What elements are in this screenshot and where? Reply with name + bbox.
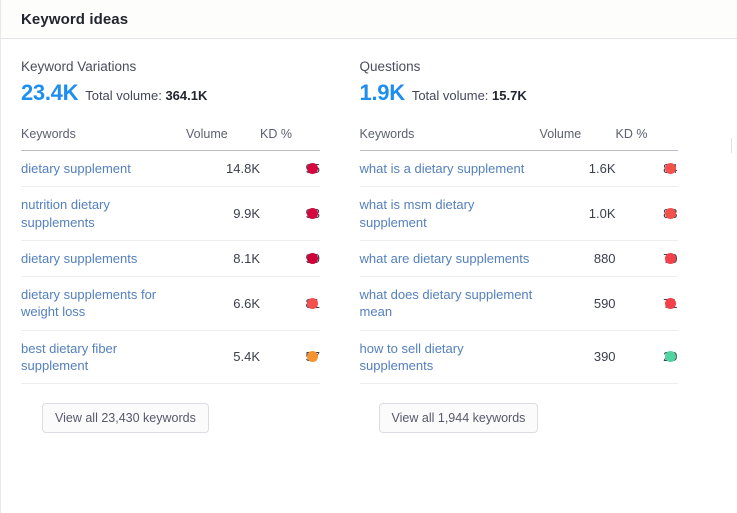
- table-row: best dietary fiber supplement 5.4K 57: [21, 330, 320, 385]
- kd-cell: 57: [260, 330, 320, 385]
- column-header-volume[interactable]: Volume: [539, 127, 616, 151]
- view-all-keywords-button[interactable]: View all 23,430 keywords: [42, 403, 209, 434]
- total-volume-value: 15.7K: [492, 88, 527, 103]
- kd-dot-icon: [307, 252, 318, 264]
- card-body: Keyword Variations 23.4K Total volume: 3…: [1, 39, 737, 434]
- keyword-ideas-card: Keyword ideas Keyword Variations 23.4K T…: [0, 0, 737, 513]
- keyword-link[interactable]: nutrition dietary supplements: [21, 196, 186, 231]
- kd-dot-icon: [664, 351, 676, 363]
- keyword-link[interactable]: what are dietary supplements: [360, 250, 530, 267]
- column-header-kd[interactable]: KD %: [615, 127, 678, 151]
- total-volume: Total volume: 364.1K: [85, 88, 207, 103]
- kd-cell: 99: [260, 240, 320, 278]
- keyword-link[interactable]: dietary supplements: [21, 250, 137, 267]
- table-row: what does dietary supplement mean 590 71: [359, 276, 678, 331]
- total-volume-label: Total volume:: [411, 88, 489, 103]
- kd-dot-icon: [664, 208, 676, 220]
- view-all-questions-button[interactable]: View all 1,944 keywords: [378, 403, 539, 434]
- kd-cell: 81: [260, 276, 320, 331]
- column-header-kd[interactable]: KD %: [260, 127, 320, 151]
- card-header: Keyword ideas: [1, 0, 737, 39]
- keyword-variations-table: Keywords Volume KD % dietary supplement …: [21, 127, 320, 385]
- questions-rows: what is a dietary supplement 1.6K 84 wha…: [359, 150, 678, 385]
- total-volume: Total volume: 15.7K: [412, 88, 527, 103]
- truncated-edge-divider: [731, 138, 732, 153]
- kd-cell: 71: [615, 276, 678, 331]
- table-header-row: Keywords Volume KD %: [21, 127, 320, 151]
- kd-dot-icon: [307, 208, 318, 220]
- keyword-link[interactable]: what does dietary supplement mean: [360, 286, 540, 321]
- volume-value: 590: [539, 276, 616, 331]
- volume-value: 9.9K: [186, 186, 260, 241]
- keyword-link[interactable]: dietary supplements for weight loss: [21, 286, 186, 321]
- kd-cell: 70: [615, 240, 678, 278]
- panel-keyword-variations: Keyword Variations 23.4K Total volume: 3…: [1, 59, 341, 434]
- table-header-row: Keywords Volume KD %: [359, 127, 678, 151]
- keyword-link[interactable]: dietary supplement: [21, 160, 131, 177]
- table-row: dietary supplement 14.8K 95: [21, 150, 320, 188]
- table-row: what is msm dietary supplement 1.0K 83: [359, 186, 678, 241]
- question-count: 1.9K: [359, 80, 406, 105]
- table-row: dietary supplements for weight loss 6.6K…: [21, 276, 320, 331]
- column-header-volume[interactable]: Volume: [186, 127, 260, 151]
- kd-dot-icon: [664, 252, 676, 264]
- keyword-link[interactable]: what is msm dietary supplement: [360, 196, 540, 231]
- panel-label-keyword-variations: Keyword Variations: [21, 59, 137, 74]
- table-row: nutrition dietary supplements 9.9K 93: [21, 186, 320, 241]
- table-row: what is a dietary supplement 1.6K 84: [359, 150, 678, 188]
- keyword-link[interactable]: how to sell dietary supplements: [360, 340, 540, 375]
- panel-questions: Questions 1.9K Total volume: 15.7K Keywo…: [341, 59, 737, 434]
- table-row: how to sell dietary supplements 390 29: [359, 330, 678, 385]
- kd-cell: 93: [260, 186, 320, 241]
- volume-value: 6.6K: [186, 276, 260, 331]
- total-volume-label: Total volume:: [85, 88, 162, 103]
- view-all-wrapper-left: View all 23,430 keywords: [21, 384, 341, 434]
- volume-value: 390: [539, 330, 616, 385]
- keyword-link[interactable]: best dietary fiber supplement: [21, 340, 186, 375]
- keyword-count: 23.4K: [21, 80, 79, 105]
- keyword-link[interactable]: what is a dietary supplement: [360, 160, 525, 177]
- volume-value: 1.0K: [539, 186, 616, 241]
- kd-cell: 83: [615, 186, 678, 241]
- kd-dot-icon: [664, 163, 676, 175]
- panel-label-questions: Questions: [359, 59, 421, 74]
- kd-cell: 84: [615, 150, 678, 188]
- page-title: Keyword ideas: [21, 10, 129, 28]
- kd-dot-icon: [307, 297, 318, 309]
- table-row: dietary supplements 8.1K 99: [21, 240, 320, 278]
- total-volume-value: 364.1K: [165, 88, 208, 103]
- volume-value: 880: [539, 240, 616, 278]
- column-header-keywords[interactable]: Keywords: [359, 127, 540, 151]
- table-row: what are dietary supplements 880 70: [359, 240, 678, 278]
- kd-cell: 95: [260, 150, 320, 188]
- questions-table: Keywords Volume KD % what is a dietary s…: [359, 127, 678, 385]
- volume-value: 1.6K: [539, 150, 616, 188]
- keyword-variations-rows: dietary supplement 14.8K 95 nutrition di…: [21, 150, 320, 385]
- panel-stat-questions: 1.9K Total volume: 15.7K: [360, 80, 737, 106]
- kd-dot-icon: [664, 297, 676, 309]
- volume-value: 8.1K: [186, 240, 260, 278]
- column-header-keywords[interactable]: Keywords: [21, 127, 186, 151]
- view-all-wrapper-right: View all 1,944 keywords: [360, 384, 737, 434]
- kd-cell: 29: [615, 330, 678, 385]
- volume-value: 5.4K: [186, 330, 260, 385]
- panel-stat-keyword-variations: 23.4K Total volume: 364.1K: [21, 80, 341, 106]
- volume-value: 14.8K: [186, 150, 260, 188]
